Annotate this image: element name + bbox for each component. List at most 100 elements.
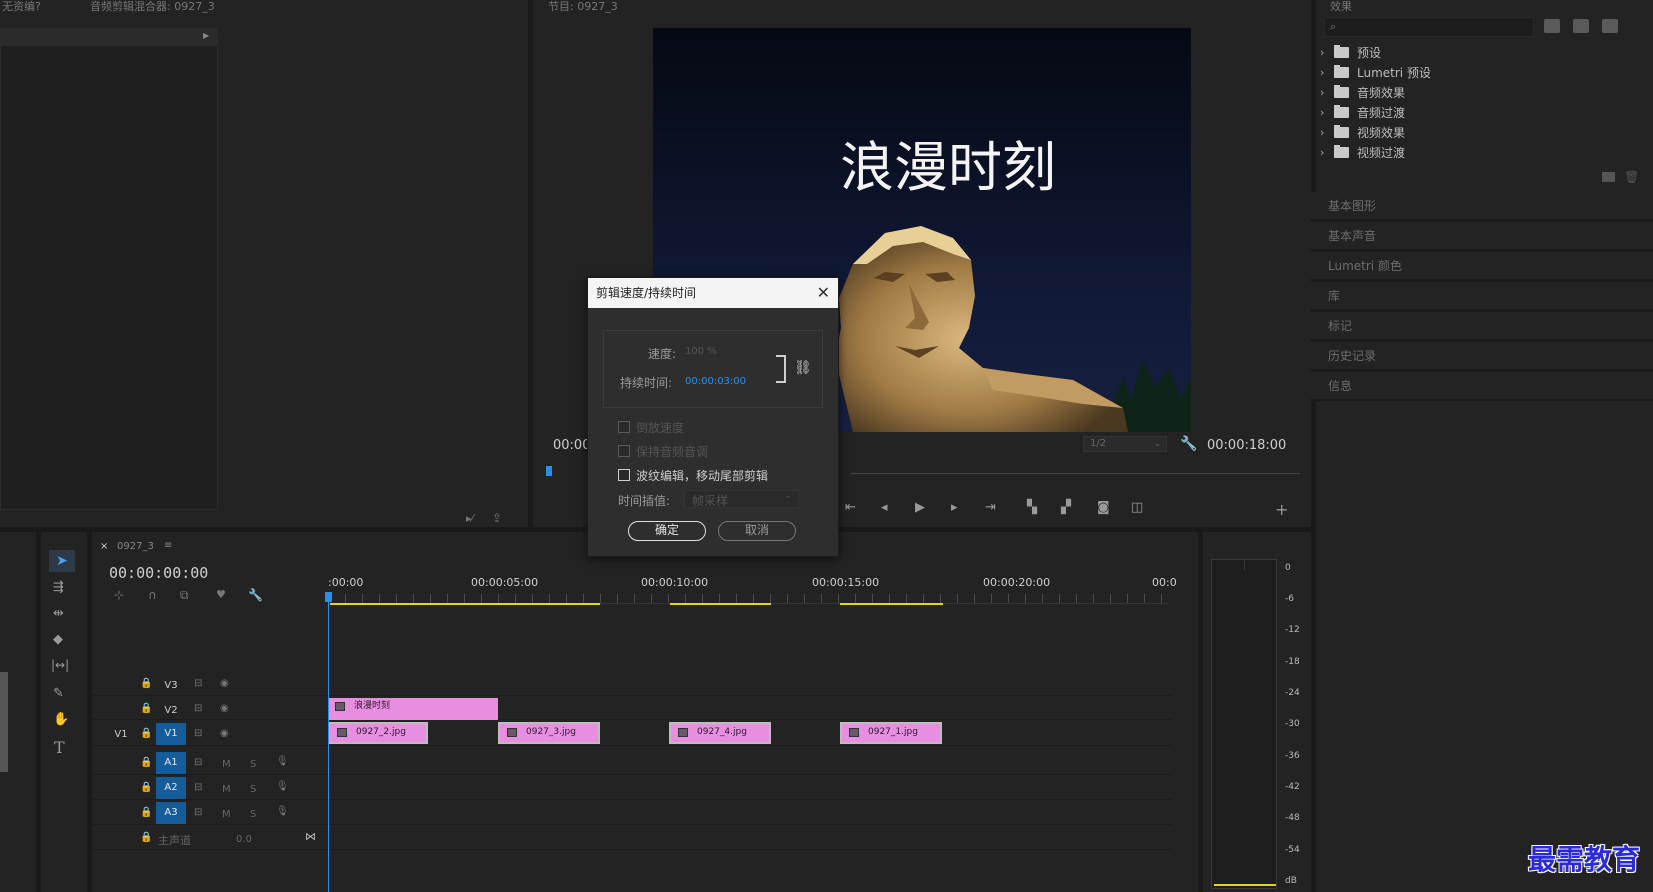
- resolution-dropdown[interactable]: 1/2 ⌄: [1083, 436, 1167, 452]
- chevron-right-icon[interactable]: ›: [1320, 46, 1334, 59]
- effects-item-lumetri-presets[interactable]: › Lumetri 预设: [1320, 62, 1650, 82]
- track-target-a1[interactable]: A1: [156, 752, 186, 774]
- track-label-v2[interactable]: V2: [160, 705, 182, 716]
- effects-item-audio-transitions[interactable]: › 音频过渡: [1320, 102, 1650, 122]
- program-mini-ruler[interactable]: [850, 466, 1300, 474]
- step-back-icon[interactable]: ◂: [881, 500, 888, 515]
- eye-icon[interactable]: ◉: [220, 678, 229, 689]
- tab-timeline[interactable]: 0927_3: [117, 541, 154, 552]
- work-area-bar[interactable]: [840, 603, 943, 605]
- work-area-bar[interactable]: [670, 603, 771, 605]
- tab-source-1[interactable]: 无资编?: [2, 0, 41, 14]
- timeline-settings-icon[interactable]: 🔧: [248, 588, 263, 602]
- toggle-sync-icon[interactable]: ⊟: [194, 757, 202, 768]
- playhead-handle[interactable]: [325, 592, 332, 602]
- lift-icon[interactable]: ▚: [1027, 500, 1037, 515]
- toggle-sync-icon[interactable]: ⊟: [194, 678, 202, 689]
- effects-search-input[interactable]: ⌕: [1324, 17, 1534, 37]
- close-icon[interactable]: ✕: [817, 278, 830, 308]
- effects-item-presets[interactable]: › 预设: [1320, 42, 1650, 62]
- toggle-sync-icon[interactable]: ⊟: [194, 782, 202, 793]
- solo-button[interactable]: S: [250, 759, 256, 770]
- chevron-right-icon[interactable]: ›: [1320, 146, 1334, 159]
- accelerated-effects-icon[interactable]: [1544, 19, 1560, 33]
- new-bin-icon[interactable]: [1602, 172, 1615, 182]
- solo-button[interactable]: S: [250, 784, 256, 795]
- image-clip[interactable]: 0927_2.jpg: [328, 722, 428, 744]
- playhead-marker[interactable]: [546, 466, 552, 476]
- toggle-sync-icon[interactable]: ⊟: [194, 703, 202, 714]
- work-area-bar[interactable]: [330, 603, 600, 605]
- trash-icon[interactable]: 🗑: [1624, 170, 1639, 184]
- panel-lumetri-color[interactable]: Lumetri 颜色: [1310, 252, 1653, 280]
- panel-libraries[interactable]: 库: [1310, 282, 1653, 310]
- nest-icon[interactable]: ⊹: [114, 588, 124, 602]
- slip-tool-icon[interactable]: |↔|: [51, 658, 69, 672]
- speed-value[interactable]: 100 %: [685, 346, 717, 357]
- ripple-edit-checkbox[interactable]: [618, 469, 630, 481]
- razor-tool-icon[interactable]: ◆: [53, 632, 63, 647]
- reverse-speed-checkbox[interactable]: [618, 421, 630, 433]
- eye-icon[interactable]: ◉: [220, 728, 229, 739]
- go-to-end-icon[interactable]: ⋈: [305, 830, 316, 843]
- solo-button[interactable]: S: [250, 809, 256, 820]
- toggle-sync-icon[interactable]: ⊟: [194, 807, 202, 818]
- share-icon[interactable]: ⇪: [492, 511, 502, 525]
- chevron-right-icon[interactable]: ›: [1320, 86, 1334, 99]
- track-target-v1[interactable]: V1: [156, 723, 186, 745]
- hand-tool-icon[interactable]: ✋: [53, 712, 69, 727]
- chevron-right-icon[interactable]: ›: [1320, 126, 1334, 139]
- track-select-tool-icon[interactable]: ⇶: [53, 580, 64, 595]
- close-icon[interactable]: ×: [100, 541, 108, 552]
- mic-icon[interactable]: 🎙: [276, 781, 289, 792]
- master-level[interactable]: 0.0: [236, 834, 252, 845]
- mute-button[interactable]: M: [222, 784, 231, 795]
- panel-history[interactable]: 历史记录: [1310, 342, 1653, 370]
- time-interp-select[interactable]: 帧采样 ⌄: [684, 490, 799, 508]
- play-right-icon[interactable]: ▶: [203, 31, 209, 40]
- title-clip[interactable]: 浪漫时刻: [328, 698, 498, 720]
- camera-icon[interactable]: ◙: [1097, 500, 1110, 515]
- 32bit-effects-icon[interactable]: [1573, 19, 1589, 33]
- track-target-a2[interactable]: A2: [156, 777, 186, 799]
- add-button-icon[interactable]: +: [1275, 500, 1288, 519]
- lock-icon[interactable]: 🔒: [140, 807, 152, 818]
- effects-item-audio-effects[interactable]: › 音频效果: [1320, 82, 1650, 102]
- track-target-a3[interactable]: A3: [156, 802, 186, 824]
- snap-icon[interactable]: ∩: [148, 588, 157, 602]
- menu-icon[interactable]: ≡: [164, 540, 172, 551]
- image-clip[interactable]: 0927_3.jpg: [498, 722, 600, 744]
- tab-audio-mixer[interactable]: 音频剪辑混合器: 0927_3: [90, 0, 215, 14]
- image-clip[interactable]: 0927_4.jpg: [669, 722, 771, 744]
- track-label-v3[interactable]: V3: [160, 680, 182, 691]
- image-clip[interactable]: 0927_1.jpg: [840, 722, 942, 744]
- play-icon[interactable]: ▶: [915, 500, 925, 515]
- selection-tool-icon[interactable]: ➤: [49, 550, 75, 572]
- mute-button[interactable]: M: [222, 809, 231, 820]
- type-tool-icon[interactable]: T: [54, 738, 65, 757]
- wrench-icon[interactable]: 🔧: [1180, 436, 1197, 452]
- lock-icon[interactable]: 🔒: [140, 782, 152, 793]
- program-timecode-left[interactable]: 00:00: [553, 438, 590, 453]
- eye-icon[interactable]: ◉: [220, 703, 229, 714]
- playhead-line[interactable]: [328, 592, 329, 892]
- effects-item-video-transitions[interactable]: › 视频过渡: [1320, 142, 1650, 162]
- pen-tool-icon[interactable]: ✎: [53, 686, 64, 701]
- cancel-button[interactable]: 取消: [718, 521, 796, 541]
- source-patch-v1[interactable]: V1: [110, 729, 132, 740]
- mic-icon[interactable]: 🎙: [276, 806, 289, 817]
- linked-selection-icon[interactable]: ⧉: [180, 588, 189, 603]
- lock-icon[interactable]: 🔒: [140, 728, 152, 739]
- compare-icon[interactable]: ◫: [1131, 500, 1143, 515]
- lock-icon[interactable]: 🔒: [140, 703, 152, 714]
- ok-button[interactable]: 确定: [628, 521, 706, 541]
- chevron-right-icon[interactable]: ›: [1320, 66, 1334, 79]
- link-chain-icon[interactable]: ⛓: [794, 360, 812, 376]
- lock-icon[interactable]: 🔒: [140, 757, 152, 768]
- effects-item-video-effects[interactable]: › 视频效果: [1320, 122, 1650, 142]
- step-forward-icon[interactable]: ▸: [951, 500, 958, 515]
- mic-icon[interactable]: 🎙: [276, 756, 289, 767]
- extract-icon[interactable]: ▞: [1061, 500, 1071, 515]
- panel-info[interactable]: 信息: [1310, 372, 1653, 400]
- yuv-effects-icon[interactable]: [1602, 19, 1618, 33]
